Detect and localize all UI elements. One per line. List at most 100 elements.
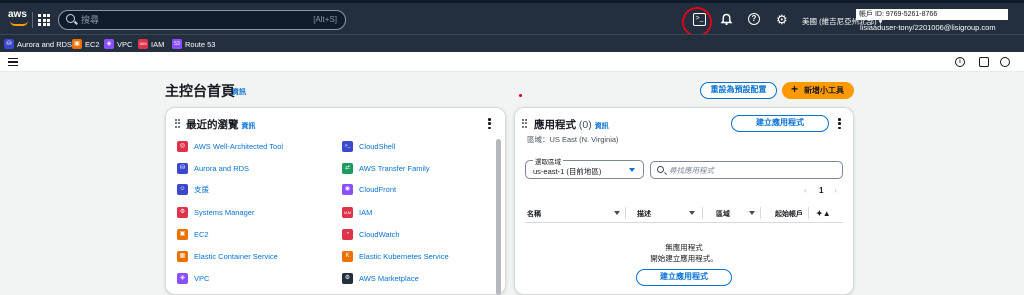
top-navigation-bar: aws [Alt+S] >_ ? ⚙ 美國 (維吉尼亞州北部) ▾ 帳戶 ID:… xyxy=(0,0,1024,40)
recent-service-ecs[interactable]: ▦ Elastic Container Service xyxy=(177,251,278,262)
ec2-icon: ▣ xyxy=(177,229,188,240)
info-icon[interactable]: i xyxy=(955,57,965,67)
console-toolbar: i xyxy=(0,52,1024,72)
apps-search[interactable] xyxy=(650,161,843,179)
apps-more-icon[interactable] xyxy=(838,118,841,129)
aws-logo-text: aws xyxy=(8,9,27,20)
search-input[interactable] xyxy=(81,13,281,27)
support-icon: ☺ xyxy=(177,184,188,195)
global-search[interactable]: [Alt+S] xyxy=(58,10,346,30)
empty-state-subtitle: 開始建立應用程式。 xyxy=(650,254,718,263)
column-separator xyxy=(808,207,809,219)
apps-region: 區域：US East (N. Virginia) xyxy=(527,135,619,144)
sort-icon[interactable] xyxy=(749,211,755,215)
column-header-name[interactable]: 名稱 xyxy=(527,209,541,219)
vpc-icon: ◈ xyxy=(177,273,188,284)
recent-service-transfer-family[interactable]: ⇄ AWS Transfer Family xyxy=(342,163,430,174)
column-header-origin-account[interactable]: 起始帳戶 xyxy=(775,209,803,219)
apps-title: 應用程式 (0) 資訊 xyxy=(534,119,609,131)
rds-icon: ⛁ xyxy=(4,39,14,49)
table-header-divider xyxy=(525,222,843,223)
account-user: lisiaaduser-tony/2201006@lisigroup.com xyxy=(860,23,996,32)
recent-service-marketplace[interactable]: ⚙ AWS Marketplace xyxy=(342,273,419,284)
create-application-button[interactable]: 建立應用程式 xyxy=(731,115,829,132)
services-grid-icon[interactable] xyxy=(38,14,50,26)
cloudshell-icon: >_ xyxy=(342,141,353,152)
column-header-region[interactable]: 區域 xyxy=(716,209,730,219)
reset-layout-button[interactable]: 重設為預設配置 xyxy=(700,82,777,99)
empty-state-title: 無應用程式 xyxy=(665,243,703,252)
vpc-icon: ◈ xyxy=(104,39,114,49)
search-shortcut-hint: [Alt+S] xyxy=(313,15,337,24)
recent-service-vpc[interactable]: ◈ VPC xyxy=(177,273,209,284)
feedback-icon[interactable] xyxy=(979,57,989,67)
recent-service-systems-manager[interactable]: ⚙ Systems Manager xyxy=(177,207,254,218)
route53-icon: 53 xyxy=(172,39,182,49)
account-menu[interactable]: 帳戶 ID: 9769-5261-8766 lisiaaduser-tony/2… xyxy=(856,7,1008,35)
column-separator xyxy=(702,207,703,219)
add-widget-label: 新增小工具 xyxy=(804,86,844,95)
favorite-iam[interactable]: IAM IAM xyxy=(138,38,164,50)
recent-service-aurora-rds[interactable]: ⛁ Aurora and RDS xyxy=(177,163,249,174)
notifications-bell-icon[interactable] xyxy=(720,13,734,27)
aws-smile-icon xyxy=(10,21,28,26)
favorite-label: Route 53 xyxy=(185,39,216,49)
region-select-value: us-east-1 (目前地區) xyxy=(533,167,602,176)
recent-service-iam[interactable]: IAM IAM xyxy=(342,207,372,218)
iam-icon: IAM xyxy=(138,39,148,49)
settings-gear-icon[interactable]: ⚙ xyxy=(776,13,790,27)
favorite-ec2[interactable]: ▣ EC2 xyxy=(72,38,100,50)
drag-handle-icon[interactable] xyxy=(175,119,180,128)
region-select-label: 選取區域 xyxy=(533,156,563,166)
drag-handle-icon[interactable] xyxy=(522,119,527,128)
help-icon[interactable]: ? xyxy=(748,13,760,25)
recent-title: 最近的瀏覽 資訊 xyxy=(186,119,256,131)
iam-icon: IAM xyxy=(342,207,353,218)
recent-scrollbar[interactable] xyxy=(496,139,501,295)
clock-icon[interactable] xyxy=(1000,57,1010,67)
page-info-link[interactable]: 資訊 xyxy=(232,87,246,97)
favorite-route53[interactable]: 53 Route 53 xyxy=(172,38,215,50)
favorite-label: Aurora and RDS xyxy=(17,39,73,49)
marketplace-icon: ⚙ xyxy=(342,273,353,284)
recent-more-icon[interactable] xyxy=(488,118,491,129)
pin-sort-icon[interactable]: ✦▲ xyxy=(816,209,831,218)
favorite-label: IAM xyxy=(151,39,165,49)
favorite-label: EC2 xyxy=(85,39,100,49)
recent-service-well-architected[interactable]: ◎ AWS Well-Architected Tool xyxy=(177,141,283,152)
rds-icon: ⛁ xyxy=(177,163,188,174)
sort-icon[interactable] xyxy=(614,211,620,215)
add-widget-button[interactable]: + 新增小工具 xyxy=(782,82,854,99)
caret-down-icon xyxy=(629,168,635,172)
favorite-vpc[interactable]: ◈ VPC xyxy=(104,38,132,50)
transfer-family-icon: ⇄ xyxy=(342,163,353,174)
well-architected-icon: ◎ xyxy=(177,141,188,152)
favorites-bar: ⛁ Aurora and RDS ▣ EC2 ◈ VPC IAM IAM 53 … xyxy=(0,34,1024,52)
recent-service-support[interactable]: ☺ 支援 xyxy=(177,184,209,195)
column-header-description[interactable]: 描述 xyxy=(637,209,651,219)
aws-logo[interactable]: aws xyxy=(8,9,32,29)
favorite-aurora-rds[interactable]: ⛁ Aurora and RDS xyxy=(4,38,72,50)
ecs-icon: ▦ xyxy=(177,251,188,262)
recent-service-eks[interactable]: K Elastic Kubernetes Service xyxy=(342,251,449,262)
recent-service-cloudfront[interactable]: ◉ CloudFront xyxy=(342,184,396,195)
recent-service-cloudshell[interactable]: >_ CloudShell xyxy=(342,141,395,152)
recent-service-cloudwatch[interactable]: ◔ CloudWatch xyxy=(342,229,400,240)
ec2-icon: ▣ xyxy=(72,39,82,49)
pager-next-icon[interactable]: › xyxy=(834,186,837,195)
apps-count: (0) xyxy=(578,119,592,131)
sort-icon[interactable] xyxy=(689,211,695,215)
recent-info-link[interactable]: 資訊 xyxy=(241,123,255,130)
search-icon xyxy=(66,14,75,23)
apps-search-input[interactable] xyxy=(669,165,829,176)
eks-icon: K xyxy=(342,251,353,262)
column-separator xyxy=(760,207,761,219)
empty-create-application-button[interactable]: 建立應用程式 xyxy=(636,269,732,286)
menu-hamburger-icon[interactable] xyxy=(8,58,18,66)
nav-divider xyxy=(32,12,33,28)
apps-info-link[interactable]: 資訊 xyxy=(595,123,609,130)
recent-service-ec2[interactable]: ▣ EC2 xyxy=(177,229,209,240)
recently-visited-widget: 最近的瀏覽 資訊 ◎ AWS Well-Architected Tool ⛁ Aur… xyxy=(165,107,506,295)
pager-prev-icon[interactable]: ‹ xyxy=(804,186,807,195)
pager-page-number[interactable]: 1 xyxy=(819,186,823,195)
